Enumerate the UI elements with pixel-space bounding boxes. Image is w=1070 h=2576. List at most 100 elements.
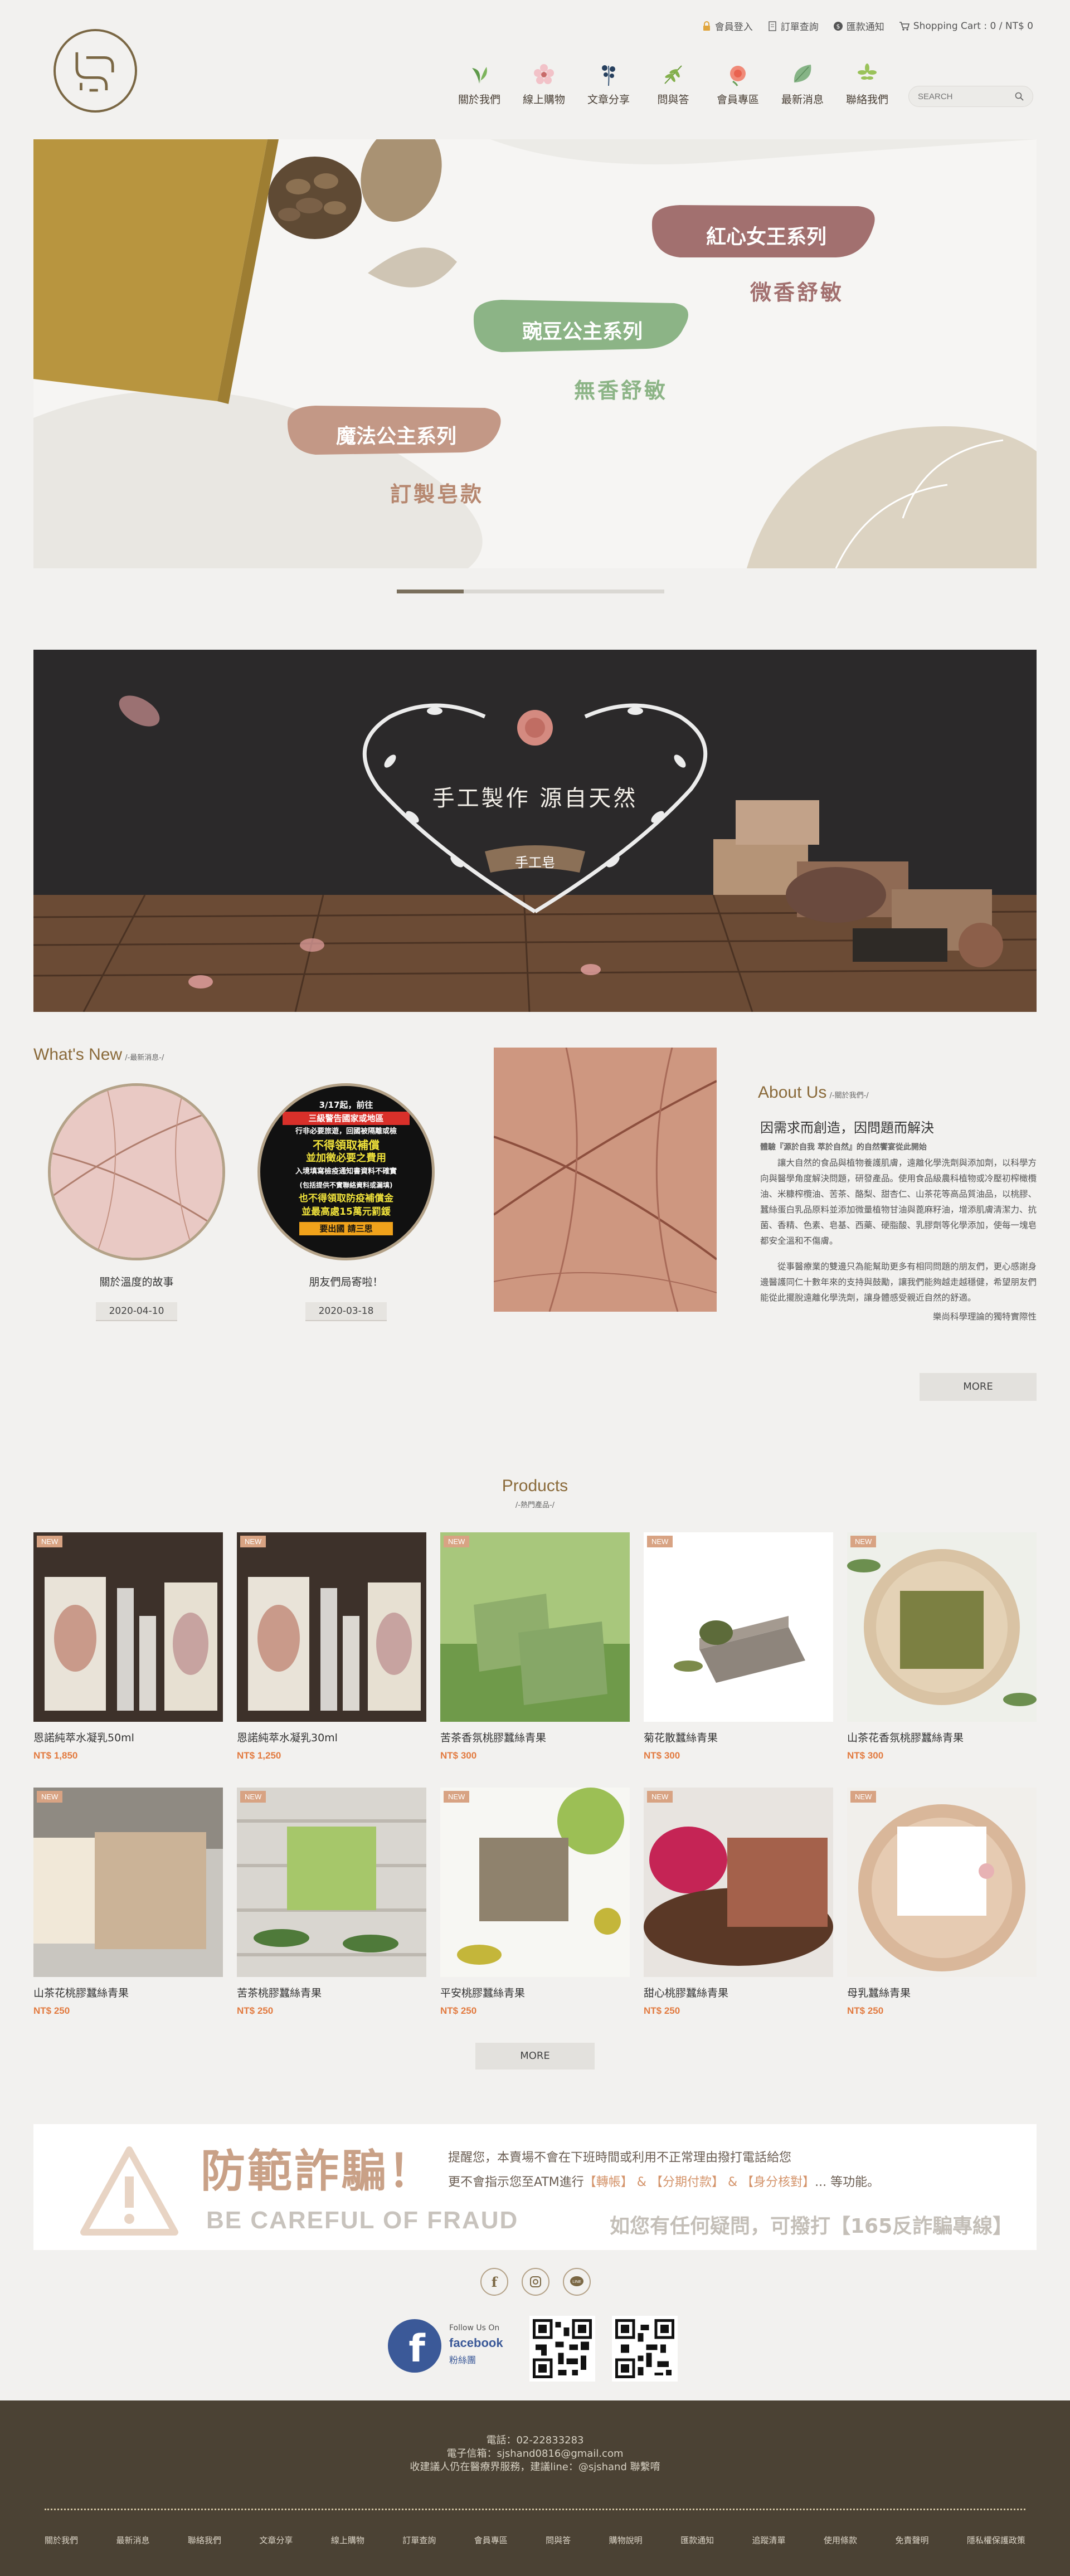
search-input[interactable] [918, 91, 1013, 101]
product-name[interactable]: 平安桃膠蠶絲青果 [440, 1985, 630, 2000]
promo-banner[interactable]: 手工製作 源自天然 手工皂 [33, 650, 1037, 1012]
social-icons: f LINE [480, 2268, 591, 2296]
qr-code-2[interactable] [612, 2316, 678, 2382]
footer-link[interactable]: 購物說明 [609, 2534, 643, 2546]
footer-link[interactable]: 線上購物 [331, 2534, 364, 2546]
footer-link[interactable]: 追蹤清單 [752, 2534, 786, 2546]
hero-illustration [33, 139, 1037, 568]
qr-code-1[interactable] [529, 2316, 595, 2382]
product-image[interactable]: NEW [847, 1788, 1037, 1977]
product-name[interactable]: 菊花散蠶絲青果 [644, 1730, 833, 1745]
fraud-warning-banner: 防範詐騙！ 提醒您，本賣場不會在下班時間或利用不正常理由撥打電話給您 更不會指示… [33, 2124, 1037, 2250]
footer-link[interactable]: 最新消息 [116, 2534, 149, 2546]
products-more-button[interactable]: MORE [475, 2043, 595, 2069]
product-image[interactable]: NEW [33, 1532, 223, 1722]
product-name[interactable]: 恩諾純萃水凝乳50ml [33, 1730, 223, 1745]
about-paragraph-2: 從事醫療業的雙邊只為能幫助更多有相同問題的朋友們，更心感謝身邊醫護同仁十數年來的… [760, 1262, 1037, 1303]
footer-email[interactable]: 電子信箱：sjshand0816@gmail.com [0, 2447, 1070, 2461]
slider-thumb[interactable] [397, 590, 464, 593]
about-more-button[interactable]: MORE [920, 1373, 1037, 1401]
nav-member[interactable]: 會員專區 [711, 60, 765, 106]
product-image[interactable]: NEW [440, 1532, 630, 1722]
news-item-title-1[interactable]: 關於溫度的故事 [45, 1274, 228, 1289]
news-item-1[interactable]: 關於溫度的故事 2020-04-10 [45, 1083, 228, 1321]
member-login-link[interactable]: 會員登入 [702, 19, 753, 33]
footer-link[interactable]: 免責聲明 [895, 2534, 928, 2546]
facebook-fanpage-link[interactable]: f Follow Us On facebook 粉絲團 [387, 2315, 505, 2377]
footer-link[interactable]: 文章分享 [259, 2534, 293, 2546]
product-card[interactable]: NEW 甜心桃膠蠶絲青果 NT$ 250 [644, 1788, 833, 2017]
order-query-link[interactable]: 訂單查詢 [767, 19, 819, 33]
payment-notice-link[interactable]: $ 匯款通知 [833, 19, 884, 33]
product-name[interactable]: 恩諾純萃水凝乳30ml [237, 1730, 426, 1745]
product-card[interactable]: NEW 恩諾純萃水凝乳50ml NT$ 1,850 [33, 1532, 223, 1761]
order-query-label: 訂單查詢 [780, 22, 819, 33]
product-card[interactable]: NEW 苦茶香氛桃膠蠶絲青果 NT$ 300 [440, 1532, 630, 1761]
qr-code-image [533, 2319, 592, 2378]
green-leaf-icon [794, 65, 811, 82]
product-image[interactable]: NEW [237, 1532, 426, 1722]
product-image[interactable]: NEW [33, 1788, 223, 1977]
product-card[interactable]: NEW 山茶花桃膠蠶絲青果 NT$ 250 [33, 1788, 223, 2017]
product-name[interactable]: 苦茶香氛桃膠蠶絲青果 [440, 1730, 630, 1745]
shopping-cart-link[interactable]: Shopping Cart : 0 / NT$ 0 [899, 21, 1033, 32]
flower-icon [534, 64, 554, 84]
footer-link[interactable]: 隱私權保護政策 [967, 2534, 1025, 2546]
news-item-date-2: 2020-03-18 [305, 1302, 387, 1321]
news-title: What's New [33, 1045, 123, 1064]
nav-contact[interactable]: 聯絡我們 [840, 60, 894, 106]
product-image[interactable]: NEW [644, 1788, 833, 1977]
product-name[interactable]: 甜心桃膠蠶絲青果 [644, 1985, 833, 2000]
footer-link[interactable]: 使用條款 [824, 2534, 857, 2546]
footer-link[interactable]: 匯款通知 [680, 2534, 714, 2546]
dollar-icon: $ [833, 21, 843, 31]
product-name[interactable]: 苦茶桃膠蠶絲青果 [237, 1985, 426, 2000]
instagram-icon[interactable] [522, 2268, 549, 2296]
news-item-2[interactable]: 3/17起，前往 三級警告國家或地區 行非必要旅遊，回國被隔離或檢 不得領取補償… [254, 1083, 438, 1321]
product-name[interactable]: 母乳蠶絲青果 [847, 1985, 1037, 2000]
new-badge: NEW [444, 1791, 470, 1803]
news-item-title-2[interactable]: 朋友們局寄啦！ [254, 1274, 438, 1289]
product-name[interactable]: 山茶花桃膠蠶絲青果 [33, 1985, 223, 2000]
about-lead: 體驗『源於自我 萃於自然』的自然饗宴從此開始 [760, 1143, 927, 1152]
product-image[interactable]: NEW [440, 1788, 630, 1977]
footer-link[interactable]: 關於我們 [45, 2534, 78, 2546]
about-subtitle: /-關於我們-/ [829, 1092, 869, 1100]
fb-name-label: facebook [449, 2336, 503, 2350]
site-logo[interactable] [54, 29, 137, 113]
product-card[interactable]: NEW 苦茶桃膠蠶絲青果 NT$ 250 [237, 1788, 426, 2017]
poster-line: 3/17起，前往 [319, 1100, 373, 1110]
product-image[interactable]: NEW [847, 1532, 1037, 1722]
product-card[interactable]: NEW 菊花散蠶絲青果 NT$ 300 [644, 1532, 833, 1761]
product-card[interactable]: NEW 平安桃膠蠶絲青果 NT$ 250 [440, 1788, 630, 2017]
footer-link[interactable]: 會員專區 [474, 2534, 508, 2546]
hero-slider[interactable]: 紅心女王系列 微香舒敏 豌豆公主系列 無香舒敏 魔法公主系列 訂製皂款 [33, 139, 1037, 568]
footer-link[interactable]: 問與答 [546, 2534, 571, 2546]
nav-news[interactable]: 最新消息 [776, 60, 829, 106]
nav-shop[interactable]: 線上購物 [517, 60, 571, 106]
nav-articles[interactable]: 文章分享 [582, 60, 635, 106]
product-card[interactable]: NEW 恩諾純萃水凝乳30ml NT$ 1,250 [237, 1532, 426, 1761]
facebook-icon[interactable]: f [480, 2268, 508, 2296]
nav-faq[interactable]: 問與答 [646, 60, 700, 106]
member-login-label: 會員登入 [714, 22, 753, 33]
poster-line: 並加徵必要之費用 [306, 1152, 386, 1164]
nav-about[interactable]: 關於我們 [453, 60, 506, 106]
news-image-1[interactable] [48, 1083, 225, 1260]
news-image-2[interactable]: 3/17起，前往 三級警告國家或地區 行非必要旅遊，回國被隔離或檢 不得領取補償… [257, 1083, 435, 1260]
product-card[interactable]: NEW 母乳蠶絲青果 NT$ 250 [847, 1788, 1037, 2017]
slider-progress[interactable] [397, 590, 664, 593]
cart-icon [899, 21, 909, 31]
search-icon[interactable] [1015, 92, 1024, 101]
product-card[interactable]: NEW 山茶花香氛桃膠蠶絲青果 NT$ 300 [847, 1532, 1037, 1761]
line-glyph: LINE [570, 2276, 583, 2286]
footer-link[interactable]: 訂單查詢 [402, 2534, 436, 2546]
product-price: NT$ 250 [33, 2005, 70, 2016]
line-icon[interactable]: LINE [563, 2268, 591, 2296]
footer-link[interactable]: 聯絡我們 [188, 2534, 221, 2546]
product-image[interactable]: NEW [644, 1532, 833, 1722]
product-name[interactable]: 山茶花香氛桃膠蠶絲青果 [847, 1730, 1037, 1745]
fraud-line-2: 更不會指示您至ATM進行【轉帳】 & 【分期付款】 & 【身分核對】... 等功… [448, 2172, 879, 2190]
product-price: NT$ 300 [440, 1750, 477, 1761]
product-image[interactable]: NEW [237, 1788, 426, 1977]
